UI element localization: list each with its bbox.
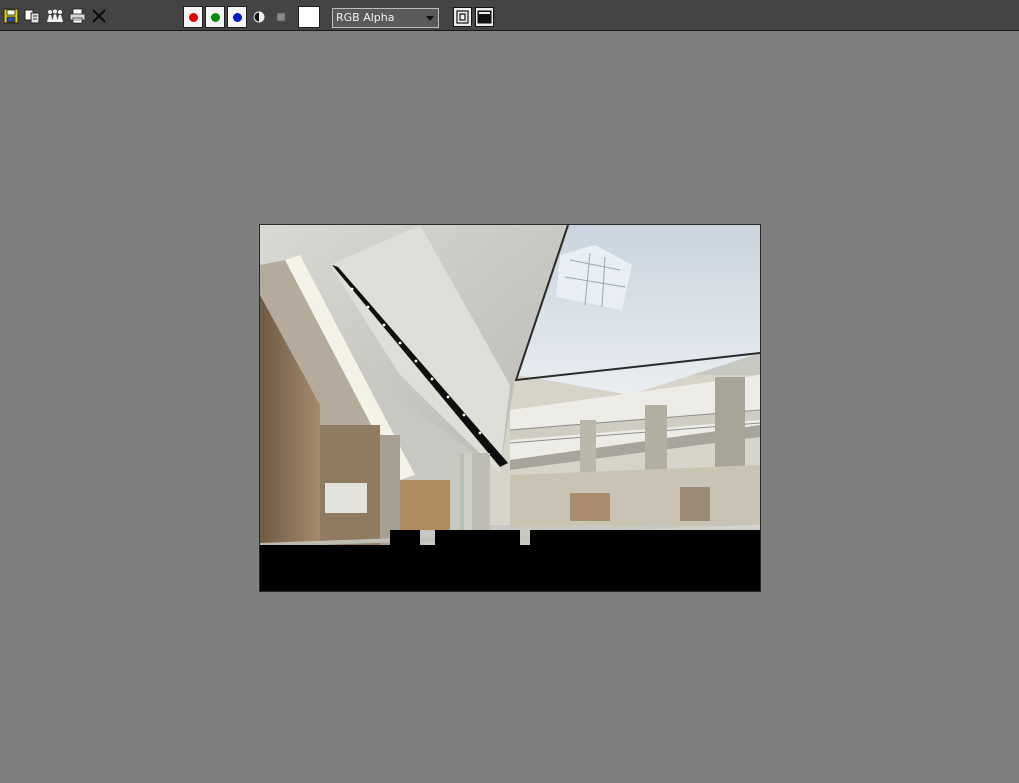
overlay-icon bbox=[456, 10, 469, 24]
toggle-ui-overlay-button[interactable] bbox=[453, 7, 472, 27]
display-channel-select[interactable]: RGB Alpha bbox=[332, 8, 439, 28]
red-dot-icon bbox=[189, 13, 198, 22]
green-dot-icon bbox=[211, 13, 220, 22]
display-alpha-button[interactable] bbox=[475, 7, 494, 27]
save-image-icon[interactable] bbox=[3, 8, 21, 26]
track-image-icon[interactable] bbox=[46, 8, 64, 26]
color-swatch[interactable] bbox=[298, 6, 320, 28]
rendered-image bbox=[259, 224, 761, 592]
red-channel-toggle[interactable] bbox=[183, 6, 203, 28]
alpha-display-icon bbox=[477, 10, 492, 24]
clear-channel-icon[interactable] bbox=[273, 9, 291, 27]
print-image-icon[interactable] bbox=[69, 8, 87, 26]
monochrome-icon[interactable] bbox=[251, 9, 269, 27]
blue-channel-toggle[interactable] bbox=[227, 6, 247, 28]
frame-buffer-toolbar: RGB Alpha bbox=[0, 0, 1019, 31]
rendered-atrium-scene bbox=[260, 225, 760, 591]
clone-window-icon[interactable] bbox=[24, 8, 42, 26]
blue-dot-icon bbox=[233, 13, 242, 22]
chevron-down-icon bbox=[426, 16, 434, 21]
green-channel-toggle[interactable] bbox=[205, 6, 225, 28]
display-channel-value: RGB Alpha bbox=[336, 11, 395, 24]
clear-image-icon[interactable] bbox=[91, 8, 109, 26]
